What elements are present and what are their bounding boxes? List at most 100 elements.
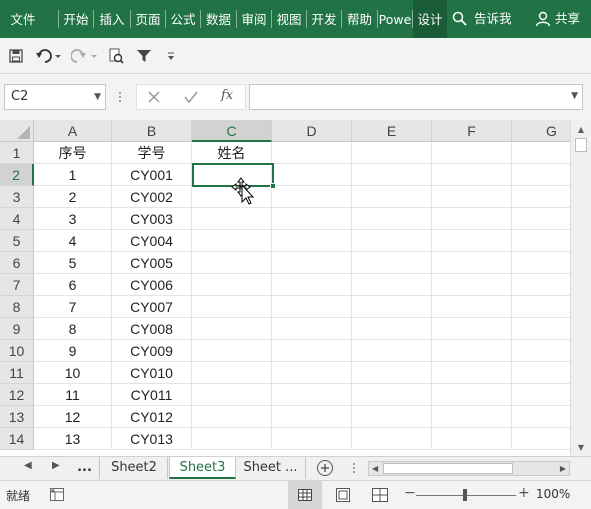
cell-b8[interactable]: CY007 [112, 296, 192, 318]
zoom-in-icon[interactable]: + [518, 485, 530, 501]
row-header-9[interactable]: 9 [0, 318, 34, 340]
cell-c8[interactable] [192, 296, 272, 318]
cell-g14[interactable] [512, 428, 570, 450]
cell-b3[interactable]: CY002 [112, 186, 192, 208]
cell-f13[interactable] [432, 406, 512, 428]
cell-a8[interactable]: 7 [34, 296, 112, 318]
cell-c5[interactable] [192, 230, 272, 252]
cell-g13[interactable] [512, 406, 570, 428]
tab-power-pivot[interactable]: Powe [378, 0, 412, 38]
cell-e11[interactable] [352, 362, 432, 384]
cell-e13[interactable] [352, 406, 432, 428]
chevron-down-icon[interactable]: ▼ [94, 85, 101, 109]
cell-d9[interactable] [272, 318, 352, 340]
row-header-6[interactable]: 6 [0, 252, 34, 274]
cell-f4[interactable] [432, 208, 512, 230]
cell-d2[interactable] [272, 164, 352, 186]
cell-d5[interactable] [272, 230, 352, 252]
column-header-a[interactable]: A [34, 120, 112, 142]
column-header-d[interactable]: D [272, 120, 352, 142]
horizontal-scrollbar[interactable]: ◀ ▶ [368, 461, 570, 476]
cell-g9[interactable] [512, 318, 570, 340]
cell-g6[interactable] [512, 252, 570, 274]
cell-b5[interactable]: CY004 [112, 230, 192, 252]
column-header-e[interactable]: E [352, 120, 432, 142]
row-header-8[interactable]: 8 [0, 296, 34, 318]
scroll-right-icon[interactable]: ▶ [560, 462, 566, 475]
page-layout-view-icon[interactable] [336, 488, 350, 505]
cell-g11[interactable] [512, 362, 570, 384]
cell-g10[interactable] [512, 340, 570, 362]
cell-f14[interactable] [432, 428, 512, 450]
cell-f1[interactable] [432, 142, 512, 164]
scroll-up-icon[interactable]: ▲ [571, 122, 591, 138]
cell-b1[interactable]: 学号 [112, 142, 192, 164]
cell-c14[interactable] [192, 428, 272, 450]
cell-d10[interactable] [272, 340, 352, 362]
cell-b2[interactable]: CY001 [112, 164, 192, 186]
cell-g4[interactable] [512, 208, 570, 230]
row-header-12[interactable]: 12 [0, 384, 34, 406]
cell-f10[interactable] [432, 340, 512, 362]
tab-data[interactable]: 数据 [201, 0, 236, 38]
tab-review[interactable]: 审阅 [237, 0, 271, 38]
column-header-g[interactable]: G [512, 120, 570, 142]
fill-handle[interactable] [270, 183, 276, 189]
vertical-scroll-thumb[interactable] [575, 138, 587, 152]
cell-a1[interactable]: 序号 [34, 142, 112, 164]
row-header-4[interactable]: 4 [0, 208, 34, 230]
sheet-tab-1[interactable]: Sheet2 [101, 457, 168, 479]
column-header-b[interactable]: B [112, 120, 192, 142]
cell-e6[interactable] [352, 252, 432, 274]
filter-icon[interactable] [134, 44, 154, 68]
cell-c13[interactable] [192, 406, 272, 428]
cell-b10[interactable]: CY009 [112, 340, 192, 362]
cell-f9[interactable] [432, 318, 512, 340]
tab-page-layout[interactable]: 页面 [131, 0, 165, 38]
print-preview-icon[interactable] [106, 44, 126, 68]
cell-d1[interactable] [272, 142, 352, 164]
cell-c9[interactable] [192, 318, 272, 340]
cell-a6[interactable]: 5 [34, 252, 112, 274]
cell-e2[interactable] [352, 164, 432, 186]
cell-g3[interactable] [512, 186, 570, 208]
cell-b4[interactable]: CY003 [112, 208, 192, 230]
cell-a9[interactable]: 8 [34, 318, 112, 340]
cell-e14[interactable] [352, 428, 432, 450]
tab-developer[interactable]: 开发 [307, 0, 341, 38]
cell-f7[interactable] [432, 274, 512, 296]
cell-d13[interactable] [272, 406, 352, 428]
cell-b12[interactable]: CY011 [112, 384, 192, 406]
cell-e9[interactable] [352, 318, 432, 340]
tab-insert[interactable]: 插入 [94, 0, 130, 38]
tab-help[interactable]: 帮助 [342, 0, 377, 38]
customize-qat-icon[interactable] [162, 44, 180, 68]
tab-home[interactable]: 开始 [59, 0, 93, 38]
cell-d7[interactable] [272, 274, 352, 296]
row-header-1[interactable]: 1 [0, 142, 34, 164]
cell-e7[interactable] [352, 274, 432, 296]
enter-check-icon[interactable] [183, 88, 199, 109]
column-header-c[interactable]: C [192, 120, 272, 142]
cell-c12[interactable] [192, 384, 272, 406]
cell-b13[interactable]: CY012 [112, 406, 192, 428]
normal-view-button[interactable] [288, 481, 322, 509]
cell-f12[interactable] [432, 384, 512, 406]
formula-input[interactable]: ▼ [249, 84, 583, 110]
scroll-left-icon[interactable]: ◀ [372, 462, 378, 475]
cell-f3[interactable] [432, 186, 512, 208]
horizontal-scroll-thumb[interactable] [383, 463, 513, 474]
cell-e10[interactable] [352, 340, 432, 362]
cell-c10[interactable] [192, 340, 272, 362]
cell-c11[interactable] [192, 362, 272, 384]
redo-button[interactable] [70, 44, 100, 68]
cell-f11[interactable] [432, 362, 512, 384]
cancel-icon[interactable] [147, 88, 161, 109]
page-break-preview-icon[interactable] [372, 488, 388, 505]
cell-b9[interactable]: CY008 [112, 318, 192, 340]
cell-c7[interactable] [192, 274, 272, 296]
cell-d8[interactable] [272, 296, 352, 318]
save-icon[interactable] [6, 44, 26, 68]
cell-g8[interactable] [512, 296, 570, 318]
cell-a11[interactable]: 10 [34, 362, 112, 384]
